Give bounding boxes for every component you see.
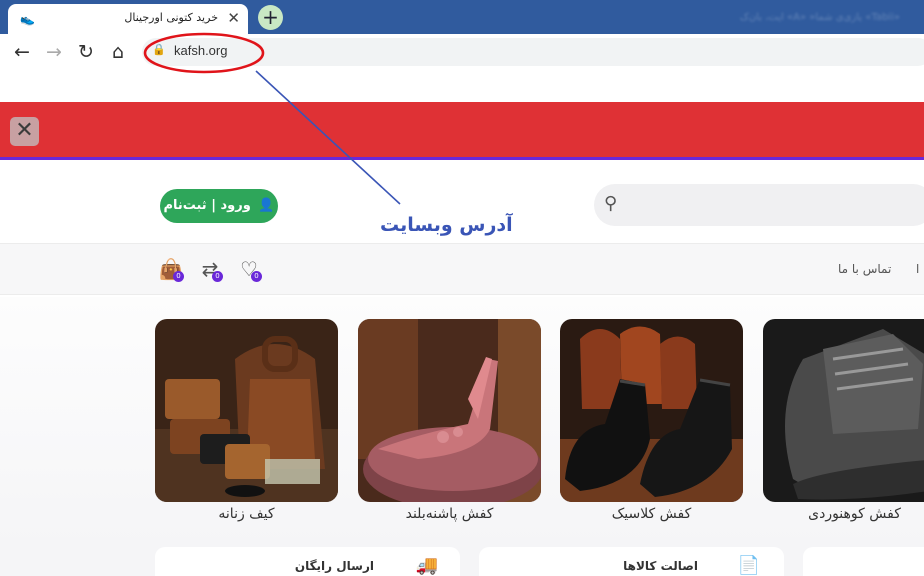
blurred-profile-text: «Tabii» یازی‌ی شما« «A» ایت، بان‌ک xyxy=(739,12,900,23)
high-heel-shoe-photo-icon xyxy=(358,319,541,502)
category-card-hiking[interactable] xyxy=(763,319,924,502)
nav-item-contact[interactable]: تماس با ما xyxy=(838,262,891,276)
user-icon: 👤 xyxy=(258,198,275,213)
promo-close-button[interactable]: ✕ xyxy=(10,117,39,146)
search-input[interactable]: ⚲ xyxy=(594,184,924,226)
product-category-row: کیف زنانه کفش پاشنه‌بلند xyxy=(0,297,924,547)
annotation-label: آدرس وبسایت xyxy=(380,214,513,236)
feature-title: اصالت کالاها xyxy=(623,559,698,573)
home-icon[interactable]: ⌂ xyxy=(104,38,132,66)
active-tab[interactable]: 👟 خرید کتونی اورجینال ✕ xyxy=(8,4,248,34)
category-card-classic[interactable] xyxy=(560,319,743,502)
features-row: ارسال رایگان 🚚 اصالت کالاها 📄 xyxy=(0,547,924,576)
delivery-truck-icon: 🚚 xyxy=(415,555,438,576)
reload-icon[interactable]: ↻ xyxy=(72,38,100,66)
category-label-heels[interactable]: کفش پاشنه‌بلند xyxy=(358,506,541,522)
close-icon[interactable]: ✕ xyxy=(227,9,240,27)
shoe-favicon-icon: 👟 xyxy=(20,12,35,26)
page-top-gap xyxy=(0,70,924,102)
back-icon[interactable]: ← xyxy=(8,38,36,66)
tab-title: خرید کتونی اورجینال xyxy=(124,11,218,24)
compare-count-badge: 0 xyxy=(212,271,223,282)
search-icon: ⚲ xyxy=(604,193,618,214)
feature-card-partial xyxy=(803,547,924,576)
main-nav: 👜 0 ⇄ 0 ♡ 0 تماس با ما ا xyxy=(0,243,924,295)
tab-strip: 👟 خرید کتونی اورجینال ✕ + «Tabii» یازی‌ی… xyxy=(0,0,924,34)
feature-title: ارسال رایگان xyxy=(294,559,374,573)
category-card-heels[interactable] xyxy=(358,319,541,502)
feature-card-free-shipping: ارسال رایگان 🚚 xyxy=(155,547,460,576)
category-label-classic[interactable]: کفش کلاسیک xyxy=(560,506,743,522)
browser-toolbar: ← → ↻ ⌂ 🔒 kafsh.org xyxy=(0,34,924,70)
nav-item-partial[interactable]: ا xyxy=(916,262,919,276)
lock-icon: 🔒 xyxy=(152,43,166,56)
promo-banner: ✕ xyxy=(0,102,924,160)
category-label-hiking[interactable]: کفش کوهنوردی xyxy=(763,506,924,522)
login-label: ورود | ثبت‌نام xyxy=(163,198,251,213)
category-card-bags[interactable] xyxy=(155,319,338,502)
login-register-button[interactable]: 👤 ورود | ثبت‌نام xyxy=(160,189,278,223)
address-bar[interactable]: 🔒 kafsh.org xyxy=(142,38,924,66)
new-tab-button[interactable]: + xyxy=(258,5,283,30)
category-label-bags[interactable]: کیف زنانه xyxy=(155,506,338,522)
browser-window: 👟 خرید کتونی اورجینال ✕ + «Tabii» یازی‌ی… xyxy=(0,0,924,576)
classic-shoes-photo-icon xyxy=(560,319,743,502)
cart-count-badge: 0 xyxy=(173,271,184,282)
certificate-icon: 📄 xyxy=(737,555,760,576)
feature-card-authenticity: اصالت کالاها 📄 xyxy=(479,547,784,576)
forward-icon[interactable]: → xyxy=(40,38,68,66)
leather-bags-photo-icon xyxy=(155,319,338,502)
wishlist-count-badge: 0 xyxy=(251,271,262,282)
url-text[interactable]: kafsh.org xyxy=(174,43,227,58)
hiking-boot-photo-icon xyxy=(763,319,924,502)
